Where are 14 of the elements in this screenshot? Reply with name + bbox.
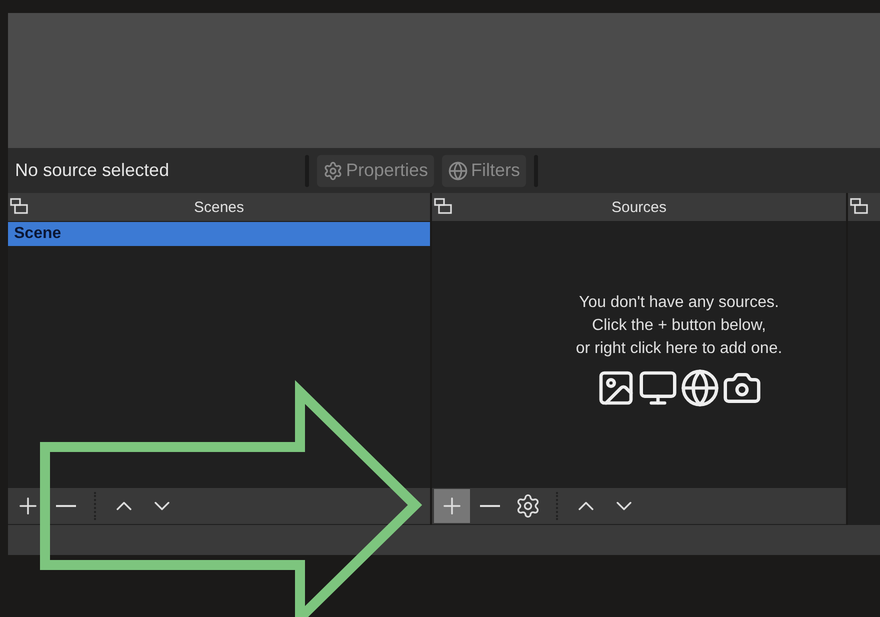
minus-icon — [56, 505, 76, 507]
globe-icon — [448, 160, 468, 180]
globe-icon — [680, 368, 720, 408]
scene-item[interactable]: Scene — [8, 222, 430, 246]
status-text: No source selected — [15, 160, 170, 181]
float-icon[interactable] — [434, 198, 452, 214]
minus-icon — [480, 505, 500, 507]
dock-title: Sources — [611, 198, 667, 216]
float-icon[interactable] — [850, 198, 868, 214]
gear-icon — [323, 160, 343, 180]
empty-message: You don't have any sources. Click the + button below, or right click here to add one. — [576, 293, 782, 359]
gear-icon — [515, 493, 541, 519]
float-icon[interactable] — [10, 198, 28, 214]
dock-title: Scenes — [194, 198, 244, 216]
